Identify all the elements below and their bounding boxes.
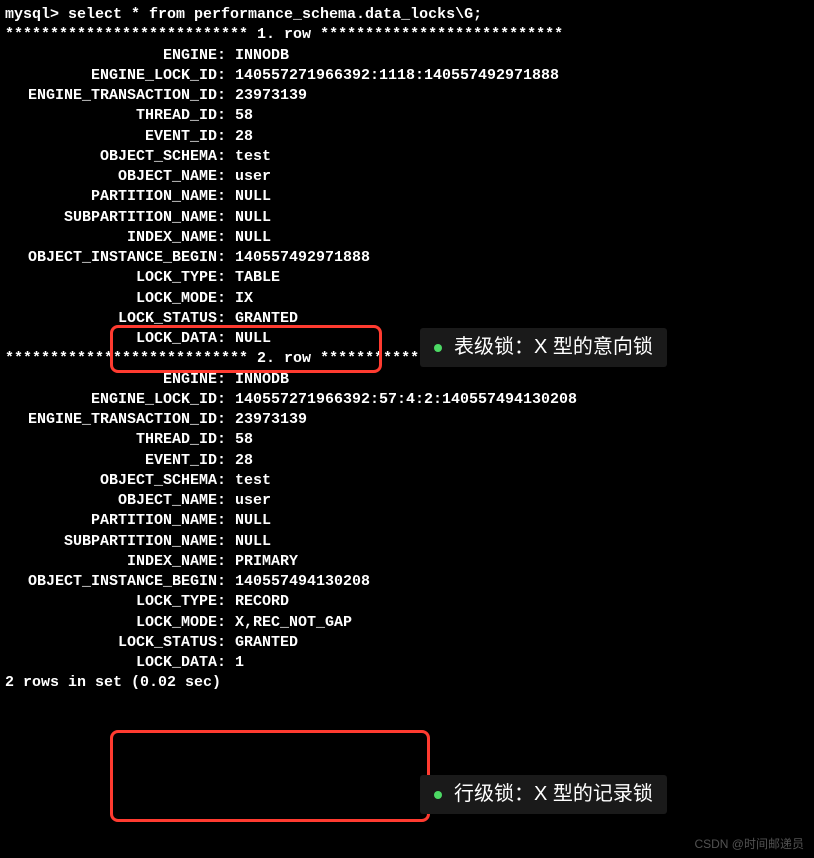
r2-lock-type: LOCK_TYPE: RECORD — [5, 592, 809, 612]
r2-object-schema: OBJECT_SCHEMA: test — [5, 471, 809, 491]
r2-subpartition-name: SUBPARTITION_NAME: NULL — [5, 532, 809, 552]
r1-object-instance-begin: OBJECT_INSTANCE_BEGIN: 140557492971888 — [5, 248, 809, 268]
r1-partition-name: PARTITION_NAME: NULL — [5, 187, 809, 207]
r1-lock-status: LOCK_STATUS: GRANTED — [5, 309, 809, 329]
r2-index-name: INDEX_NAME: PRIMARY — [5, 552, 809, 572]
r1-engine-lock-id: ENGINE_LOCK_ID: 140557271966392:1118:140… — [5, 66, 809, 86]
dot-icon — [434, 344, 442, 352]
row1-separator: *************************** 1. row *****… — [5, 25, 809, 45]
r1-object-name: OBJECT_NAME: user — [5, 167, 809, 187]
annotation-1: 表级锁：X 型的意向锁 — [420, 328, 667, 367]
footer-line: 2 rows in set (0.02 sec) — [5, 673, 809, 693]
r1-lock-type: LOCK_TYPE: TABLE — [5, 268, 809, 288]
r2-object-name: OBJECT_NAME: user — [5, 491, 809, 511]
r2-engine-lock-id: ENGINE_LOCK_ID: 140557271966392:57:4:2:1… — [5, 390, 809, 410]
annotation-2-text: 行级锁：X 型的记录锁 — [454, 781, 653, 808]
r1-object-schema: OBJECT_SCHEMA: test — [5, 147, 809, 167]
r2-engine: ENGINE: INNODB — [5, 370, 809, 390]
r1-lock-data: LOCK_DATA: NULL — [5, 329, 809, 349]
terminal-output: mysql> select * from performance_schema.… — [5, 5, 809, 694]
r1-lock-mode: LOCK_MODE: IX — [5, 289, 809, 309]
row2-separator: *************************** 2. row *****… — [5, 349, 809, 369]
r1-engine: ENGINE: INNODB — [5, 46, 809, 66]
r1-index-name: INDEX_NAME: NULL — [5, 228, 809, 248]
highlight-box-2 — [110, 730, 430, 822]
r1-thread-id: THREAD_ID: 58 — [5, 106, 809, 126]
r1-engine-transaction-id: ENGINE_TRANSACTION_ID: 23973139 — [5, 86, 809, 106]
r2-thread-id: THREAD_ID: 58 — [5, 430, 809, 450]
r2-lock-mode: LOCK_MODE: X,REC_NOT_GAP — [5, 613, 809, 633]
r2-object-instance-begin: OBJECT_INSTANCE_BEGIN: 140557494130208 — [5, 572, 809, 592]
prompt-line: mysql> select * from performance_schema.… — [5, 5, 809, 25]
watermark: CSDN @时间邮递员 — [694, 836, 804, 852]
r1-subpartition-name: SUBPARTITION_NAME: NULL — [5, 208, 809, 228]
r2-event-id: EVENT_ID: 28 — [5, 451, 809, 471]
r2-partition-name: PARTITION_NAME: NULL — [5, 511, 809, 531]
annotation-1-text: 表级锁：X 型的意向锁 — [454, 334, 653, 361]
r2-lock-data: LOCK_DATA: 1 — [5, 653, 809, 673]
r2-engine-transaction-id: ENGINE_TRANSACTION_ID: 23973139 — [5, 410, 809, 430]
dot-icon — [434, 791, 442, 799]
r2-lock-status: LOCK_STATUS: GRANTED — [5, 633, 809, 653]
annotation-2: 行级锁：X 型的记录锁 — [420, 775, 667, 814]
r1-event-id: EVENT_ID: 28 — [5, 127, 809, 147]
